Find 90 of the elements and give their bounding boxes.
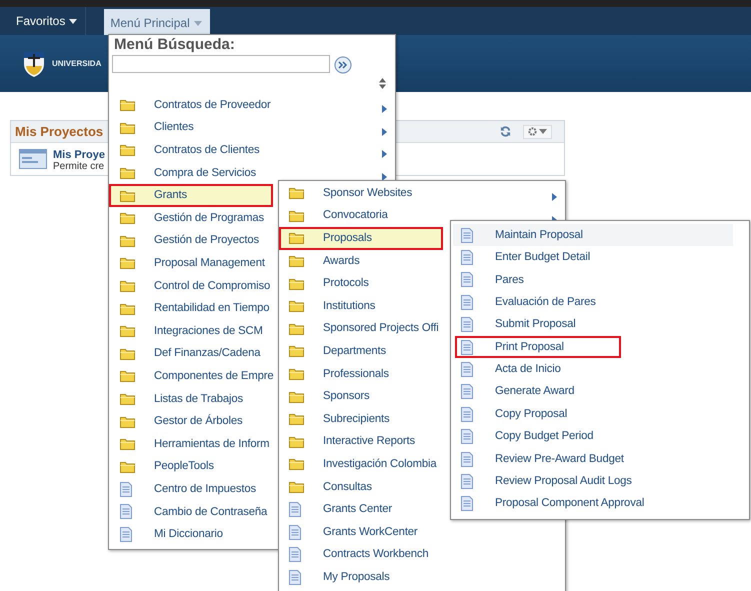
menu-item[interactable]: Copy Proposal: [451, 403, 749, 426]
folder-icon: [120, 393, 135, 406]
menu-item[interactable]: Sponsor Websites: [279, 182, 565, 205]
folder-icon: [289, 210, 304, 222]
folder-icon: [289, 368, 304, 380]
folder-icon: [120, 122, 135, 134]
document-icon: [461, 496, 473, 512]
window-icon: [19, 149, 47, 169]
folder-icon: [289, 436, 304, 448]
folder-icon: [120, 190, 135, 202]
document-icon: [289, 570, 301, 585]
folder-icon: [120, 99, 135, 112]
document-icon: [461, 272, 473, 288]
caret-icon: [194, 21, 202, 26]
menu-item[interactable]: Clientes: [109, 116, 395, 140]
folder-icon: [289, 300, 304, 312]
folder-icon: [120, 257, 135, 270]
menu-search-label: Menú Búsqueda:: [113, 35, 236, 54]
menu-item[interactable]: Copy Budget Period: [451, 426, 749, 448]
document-icon: [120, 504, 132, 520]
folder-icon: [289, 458, 304, 470]
menu-item[interactable]: Proposal Component Approval: [451, 492, 749, 516]
document-icon: [461, 384, 473, 400]
menu-item[interactable]: Acta de Inicio: [451, 358, 749, 381]
folder-icon: [289, 278, 304, 290]
menu-item[interactable]: Contracts Workbench: [279, 544, 565, 566]
folder-icon: [120, 438, 135, 450]
folder-icon: [120, 212, 135, 224]
folder-icon: [120, 325, 135, 338]
menu-item[interactable]: Pares: [451, 268, 749, 292]
folder-icon: [289, 345, 304, 358]
menu-item[interactable]: Grants: [109, 184, 273, 207]
menu-item[interactable]: Review Pre-Award Budget: [451, 448, 749, 470]
document-icon: [461, 340, 473, 355]
menu-item[interactable]: Contratos de Proveedor: [109, 94, 395, 117]
portlet-item-title[interactable]: Mis Proye: [53, 149, 105, 161]
menu-item[interactable]: Maintain Proposal: [453, 224, 733, 246]
folder-icon: [289, 232, 304, 244]
document-icon: [120, 482, 132, 497]
document-icon: [461, 474, 473, 489]
folder-icon: [120, 234, 135, 247]
folder-icon: [289, 187, 304, 200]
folder-icon: [120, 370, 135, 382]
search-field[interactable]: [112, 55, 330, 73]
folder-icon: [289, 390, 304, 403]
folder-icon: [120, 348, 135, 360]
sort-icon[interactable]: [379, 78, 386, 89]
folder-icon: [120, 280, 135, 292]
document-icon: [289, 502, 301, 518]
menu-item[interactable]: Submit Proposal: [451, 314, 749, 336]
portlet-item-description: Permite cre: [53, 161, 105, 172]
menu-item[interactable]: Compra de Servicios: [109, 162, 395, 184]
folder-icon: [120, 144, 135, 156]
menu-item[interactable]: Print Proposal: [455, 336, 621, 358]
caret-icon: [539, 129, 547, 134]
menu-item[interactable]: Enter Budget Detail: [451, 246, 749, 269]
folder-icon: [289, 413, 304, 426]
go-button[interactable]: [334, 55, 352, 73]
document-icon: [461, 228, 473, 243]
folder-icon: [120, 167, 135, 180]
document-icon: [461, 294, 473, 310]
menu-item[interactable]: Generate Award: [451, 380, 749, 404]
banner-text: UNIVERSIDA: [52, 58, 102, 70]
folder-icon: [120, 302, 135, 315]
menu-item[interactable]: Grants WorkCenter: [279, 520, 565, 544]
folder-icon: [120, 460, 135, 473]
document-icon: [461, 429, 473, 444]
portlet-title: Mis Proyectos: [15, 122, 104, 141]
menu-item[interactable]: Evaluación de Pares: [451, 291, 749, 314]
folder-icon: [289, 322, 304, 335]
menu-item[interactable]: Proposals: [279, 227, 443, 250]
document-icon: [461, 362, 473, 378]
document-icon: [461, 250, 473, 266]
document-icon: [289, 524, 301, 540]
folder-icon: [289, 255, 304, 268]
menu-item[interactable]: Review Proposal Audit Logs: [451, 470, 749, 493]
gear-icon: [528, 127, 537, 136]
caret-icon: [69, 19, 78, 24]
document-icon: [289, 547, 301, 562]
folder-icon: [289, 481, 304, 494]
menu-item[interactable]: My Proposals: [279, 566, 565, 589]
document-icon: [461, 406, 473, 422]
menu-item[interactable]: Contratos de Clientes: [109, 139, 395, 162]
document-icon: [120, 527, 132, 542]
refresh-icon[interactable]: [500, 126, 511, 137]
menu-tab[interactable]: Menú Principal: [104, 9, 210, 35]
folder-icon: [120, 416, 135, 428]
document-icon: [461, 317, 473, 332]
settings-dropdown[interactable]: [523, 124, 552, 138]
document-icon: [461, 452, 473, 467]
